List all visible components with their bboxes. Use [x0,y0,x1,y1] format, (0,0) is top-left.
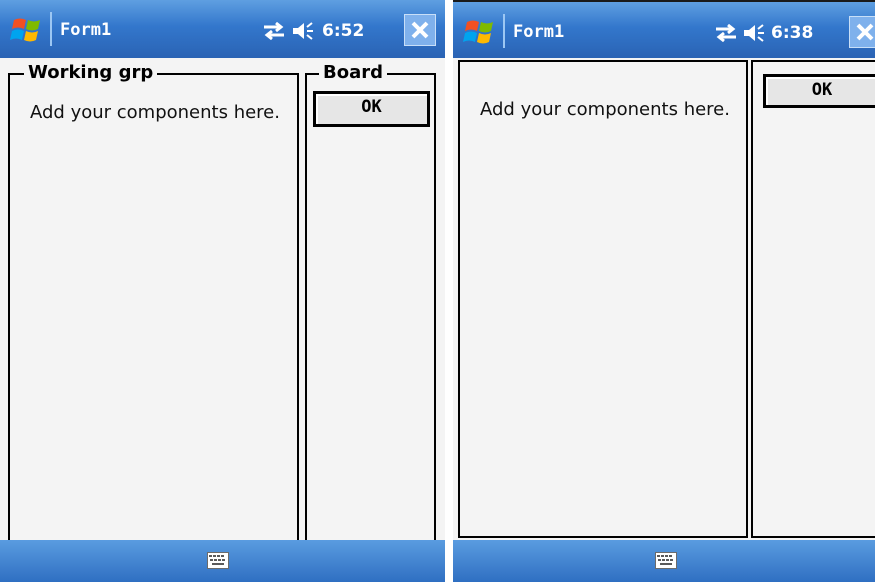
title-separator [50,12,52,46]
speaker-icon[interactable] [292,22,314,40]
group-working-label: Working grp [24,63,158,83]
close-button[interactable] [849,16,875,48]
title-separator [503,14,505,48]
bottom-menu-bar [453,540,875,582]
close-icon [411,21,429,39]
speaker-icon[interactable] [743,24,765,42]
device-screen-right: Form1 6:38 Add your components here. OK [453,0,875,582]
clock[interactable]: 6:52 [322,21,364,41]
close-icon [856,23,874,41]
keyboard-icon[interactable] [655,552,677,569]
bottom-menu-bar [0,540,445,582]
sync-arrows-icon[interactable] [262,22,286,40]
keyboard-icon[interactable] [207,552,229,569]
close-button[interactable] [404,14,436,46]
clock[interactable]: 6:38 [771,23,813,43]
device-screen-left: Form1 6:52 Working grp Add your componen… [0,0,445,582]
window-title: Form1 [60,20,112,40]
form-content: Add your components here. OK [453,58,875,540]
placeholder-text: Add your components here. [30,102,280,123]
window-title: Form1 [513,22,565,42]
group-board: Board OK [305,63,436,553]
ok-button[interactable]: OK [763,74,875,108]
title-bar: Form1 6:38 [453,0,875,58]
group-working: Add your components here. [458,60,748,538]
placeholder-text: Add your components here. [480,99,730,120]
group-board: OK [751,60,875,538]
form-content: Working grp Add your components here. Bo… [0,58,445,553]
windows-flag-icon[interactable] [10,16,46,44]
sync-arrows-icon[interactable] [714,24,738,42]
group-working: Working grp Add your components here. [8,63,299,553]
group-board-label: Board [319,63,387,83]
ok-button[interactable]: OK [313,91,430,127]
windows-flag-icon[interactable] [463,18,499,46]
title-bar: Form1 6:52 [0,0,445,58]
